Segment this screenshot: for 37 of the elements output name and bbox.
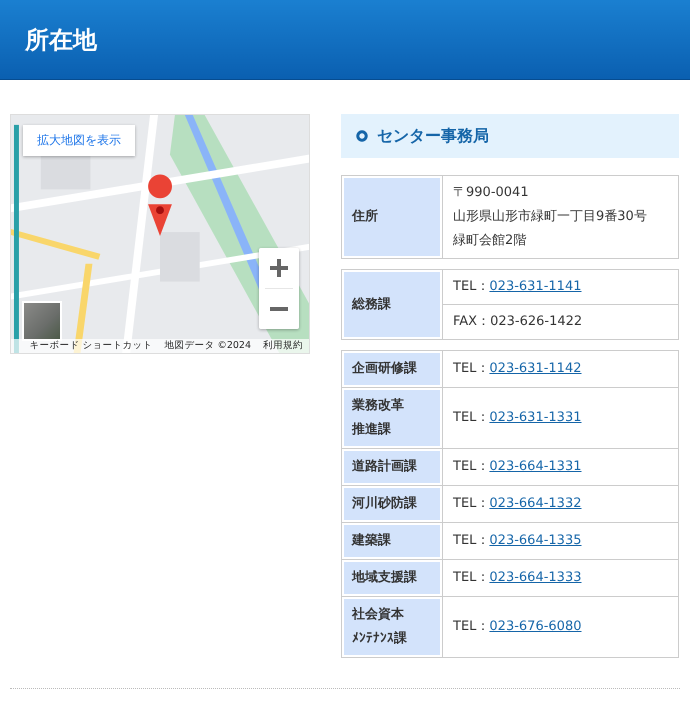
row-header: 建築課 [342,522,442,560]
table-cell: 〒990-0041 山形県山形市緑町一丁目9番30号 緑町会館2階 [442,176,678,258]
section-title: センター事務局 [377,126,489,146]
phone-label: TEL： [453,279,490,294]
row-header: 道路計画課 [342,448,442,486]
row-header: 業務改革 推進課 [342,388,442,448]
row-header: 地域支援課 [342,560,442,596]
phone-link[interactable]: 023-631-1142 [489,361,582,376]
row-header: 河川砂防課 [342,486,442,522]
ring-icon [356,130,368,142]
enlarge-map-link[interactable]: 拡大地図を表示 [23,125,135,156]
phone-label: TEL： [453,619,490,634]
phone-link[interactable]: 023-664-1333 [489,570,582,585]
map-footer-link[interactable]: 地図データ ©2024 [164,339,251,353]
plus-icon [269,258,289,278]
table-cell: FAX：023-626-1422 [442,304,678,340]
map-footer-link[interactable]: キーボード ショートカット [29,339,152,353]
row-header: 総務課 [342,270,442,340]
page-title: 所在地 [25,24,97,56]
map-footer-link[interactable]: 利用規約 [263,339,303,353]
phone-link[interactable]: 023-664-1332 [489,496,582,511]
row-header: 社会資本 ﾒﾝﾃﾅﾝｽ課 [342,596,442,658]
phone-link[interactable]: 023-631-1141 [489,279,582,294]
phone-label: TEL： [453,570,490,585]
phone-link[interactable]: 023-664-1335 [489,533,582,548]
phone-label: TEL： [453,361,490,376]
minus-icon [269,307,289,311]
phone-link[interactable]: 023-631-1331 [489,410,582,425]
phone-link[interactable]: 023-676-6080 [489,619,582,634]
phone-label: TEL： [453,459,490,474]
phone-label: TEL： [453,410,490,425]
phone-label: TEL： [453,496,490,511]
row-header: 住所 [342,176,442,258]
row-header: 企画研修課 [342,350,442,388]
map-type-button[interactable] [22,301,62,341]
phone-link[interactable]: 023-664-1331 [489,459,582,474]
phone-label: TEL： [453,533,490,548]
